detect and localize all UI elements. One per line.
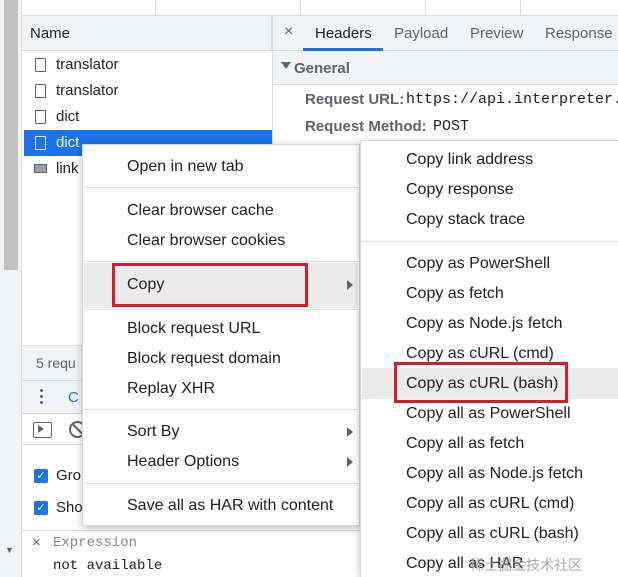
- tab-console[interactable]: C: [68, 389, 79, 406]
- request-row[interactable]: translator: [24, 78, 272, 104]
- tab-headers[interactable]: Headers: [315, 25, 372, 42]
- request-row[interactable]: dict: [24, 104, 272, 130]
- context-menu: Open in new tab Clear browser cache Clea…: [82, 144, 360, 526]
- menu-item-copy-all-as-powershell[interactable]: Copy all as PowerShell: [406, 405, 571, 423]
- general-section-title: General: [294, 60, 350, 77]
- tab-preview[interactable]: Preview: [470, 25, 523, 42]
- top-strip: [22, 0, 618, 16]
- checkbox-label: Gro: [56, 467, 82, 484]
- top-divider: [300, 0, 301, 16]
- menu-item-copy-all-as-curl-cmd[interactable]: Copy all as cURL (cmd): [406, 495, 574, 513]
- menu-item-copy-link-address[interactable]: Copy link address: [406, 151, 533, 169]
- annotation-highlight-box: [112, 263, 308, 307]
- request-name: translator: [56, 56, 119, 73]
- scroll-down-arrow-icon[interactable]: ▼: [5, 545, 14, 555]
- menu-separator: [84, 309, 358, 310]
- menu-item-block-url[interactable]: Block request URL: [127, 320, 260, 338]
- menu-separator: [84, 187, 358, 188]
- document-icon: [35, 110, 46, 124]
- header-value: POST: [433, 118, 470, 135]
- request-count: 5 requ: [36, 355, 76, 371]
- checkbox-icon[interactable]: ✓: [34, 469, 48, 483]
- submenu-arrow-icon: [347, 457, 353, 467]
- menu-separator: [84, 483, 358, 484]
- close-icon[interactable]: ×: [284, 23, 293, 41]
- copy-submenu: Copy link address Copy response Copy sta…: [360, 140, 618, 577]
- triangle-down-icon[interactable]: [281, 62, 291, 69]
- menu-item-clear-cache[interactable]: Clear browser cache: [127, 202, 274, 220]
- submenu-arrow-icon: [347, 280, 353, 290]
- request-name: translator: [56, 82, 119, 99]
- show-sidebar-icon[interactable]: [33, 422, 52, 438]
- menu-item-header-options[interactable]: Header Options: [127, 453, 239, 471]
- menu-item-copy-all-as-fetch[interactable]: Copy all as fetch: [406, 435, 524, 453]
- menu-item-sort-by[interactable]: Sort By: [127, 423, 179, 441]
- document-icon: [35, 58, 46, 72]
- menu-item-block-domain[interactable]: Block request domain: [127, 350, 281, 368]
- header-value: https://api.interpreter.ca: [406, 91, 618, 108]
- header-key: Request Method:: [305, 118, 427, 135]
- menu-item-copy-as-curl-cmd[interactable]: Copy as cURL (cmd): [406, 345, 554, 363]
- menu-item-save-har[interactable]: Save all as HAR with content: [127, 497, 333, 515]
- more-options-icon[interactable]: [40, 389, 44, 405]
- menu-item-copy-as-nodejs-fetch[interactable]: Copy as Node.js fetch: [406, 315, 563, 333]
- top-divider: [155, 0, 156, 16]
- checkbox-icon[interactable]: ✓: [34, 501, 48, 515]
- scrollbar-thumb[interactable]: [4, 0, 18, 270]
- request-name: dict: [56, 134, 80, 151]
- request-name: dict: [56, 108, 80, 125]
- menu-item-clear-cookies[interactable]: Clear browser cookies: [127, 232, 285, 250]
- request-row[interactable]: translator: [24, 52, 272, 78]
- header-key: Request URL:: [305, 91, 405, 108]
- menu-item-copy-response[interactable]: Copy response: [406, 181, 514, 199]
- tab-response[interactable]: Response: [545, 25, 613, 42]
- menu-separator: [84, 409, 358, 410]
- document-icon: [35, 84, 46, 98]
- name-column-label: Name: [30, 25, 71, 42]
- document-icon: [35, 136, 46, 150]
- active-tab-indicator: [303, 48, 383, 51]
- top-divider: [425, 0, 426, 16]
- menu-item-open-in-new-tab[interactable]: Open in new tab: [127, 158, 244, 176]
- menu-item-copy-as-fetch[interactable]: Copy as fetch: [406, 285, 504, 303]
- menu-item-copy-as-powershell[interactable]: Copy as PowerShell: [406, 255, 550, 273]
- watermark: 稀土掘金技术社区: [470, 557, 582, 573]
- menu-separator: [84, 261, 358, 262]
- name-column-header[interactable]: Name: [22, 16, 272, 51]
- menu-item-copy-stack-trace[interactable]: Copy stack trace: [406, 211, 525, 229]
- expression-value: not available: [53, 558, 163, 574]
- tab-payload[interactable]: Payload: [394, 25, 448, 42]
- image-icon: [34, 164, 47, 173]
- menu-separator: [362, 241, 618, 242]
- menu-item-replay-xhr[interactable]: Replay XHR: [127, 380, 215, 398]
- menu-item-copy-all-as-nodejs-fetch[interactable]: Copy all as Node.js fetch: [406, 465, 583, 483]
- menu-item-copy-all-as-curl-bash[interactable]: Copy all as cURL (bash): [406, 525, 579, 543]
- expression-label[interactable]: Expression: [53, 535, 137, 551]
- submenu-arrow-icon: [347, 427, 353, 437]
- close-expression-icon[interactable]: ×: [32, 534, 41, 551]
- request-name: link: [56, 160, 79, 177]
- checkbox-label: Sho: [56, 499, 83, 516]
- annotation-highlight-box: [394, 362, 568, 403]
- top-divider: [520, 0, 521, 16]
